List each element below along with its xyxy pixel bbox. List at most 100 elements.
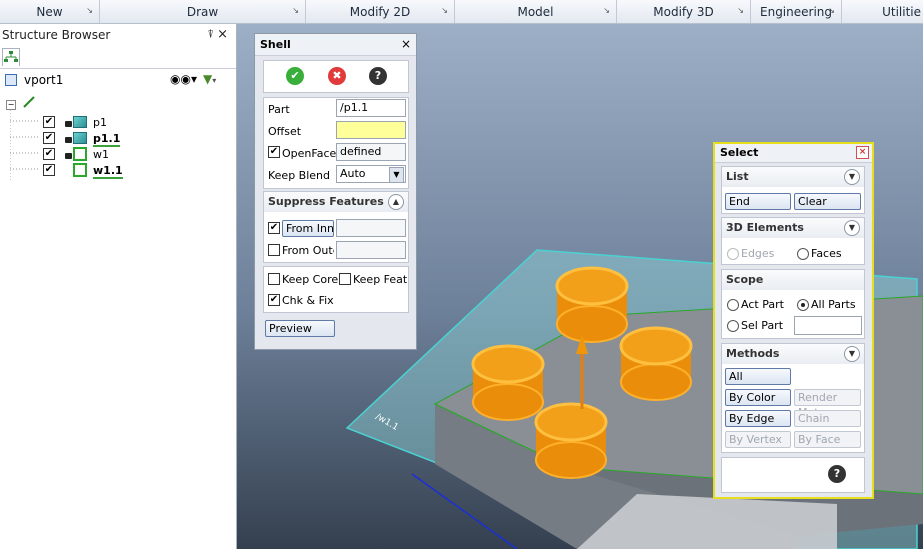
collapse-up-icon[interactable]: ▲ (388, 194, 404, 210)
lock-icon (65, 121, 72, 127)
all-parts-label: All Parts (811, 298, 856, 311)
edges-radio[interactable] (727, 248, 739, 260)
openface-checkbox[interactable]: ✔ (268, 146, 280, 158)
faces-label: Faces (811, 247, 842, 260)
boss-cylinder-right (619, 326, 693, 401)
section-title: List (726, 170, 749, 183)
structure-tree-tab[interactable] (2, 48, 20, 66)
select-dialog: Select × List ▼ End Clear 3D Elements ▼ … (713, 142, 874, 499)
help-icon[interactable]: ? (828, 465, 846, 483)
keep-feats-checkbox[interactable] (339, 273, 351, 285)
from-inner-field[interactable] (336, 219, 406, 237)
ribbon-group-utilities[interactable]: Utilitie (842, 0, 923, 23)
tree-hierarchy-icon (4, 51, 18, 62)
chk-fix-checkbox[interactable]: ✔ (268, 294, 280, 306)
by-edge-button[interactable]: By Edge (725, 410, 791, 427)
tree-item-label-active: w1.1 (93, 164, 123, 179)
browser-tab-row (0, 46, 236, 69)
from-inner-checkbox[interactable]: ✔ (268, 222, 280, 234)
dialog-title: Shell (260, 38, 291, 51)
shell-action-bar: ✔ ✖ ? (263, 60, 409, 93)
ribbon-group-model[interactable]: Model ↘ (455, 0, 617, 23)
ribbon-group-draw[interactable]: Draw ↘ (100, 0, 306, 23)
select-dialog-titlebar[interactable]: Select × (715, 144, 872, 163)
collapse-down-icon[interactable]: ▼ (844, 169, 860, 185)
methods-header[interactable]: Methods ▼ (722, 344, 864, 364)
all-parts-radio[interactable] (797, 299, 809, 311)
close-icon[interactable]: × (217, 24, 228, 46)
scope-section: Scope Act Part All Parts Sel Part (721, 269, 865, 339)
list-section: List ▼ End Clear (721, 166, 865, 214)
from-outer-checkbox[interactable] (268, 244, 280, 256)
sel-part-field[interactable] (794, 316, 862, 335)
all-button[interactable]: All (725, 368, 791, 385)
cancel-x-icon[interactable]: ✖ (328, 67, 346, 85)
part-field[interactable]: /p1.1 (336, 99, 406, 117)
filter-icon[interactable]: ▼▾ (203, 72, 216, 86)
3d-elements-header[interactable]: 3D Elements ▼ (722, 218, 864, 238)
end-button[interactable]: End (725, 193, 791, 210)
openface-field[interactable]: defined (336, 143, 406, 161)
ribbon-group-new[interactable]: New ↘ (0, 0, 100, 23)
pin-icon[interactable]: ⍒ (207, 24, 214, 46)
lock-icon (65, 153, 72, 159)
dialog-launcher-icon[interactable]: ↘ (86, 6, 93, 15)
ribbon-group-modify-2d[interactable]: Modify 2D ↘ (306, 0, 455, 23)
boss-cylinder-top (555, 266, 629, 343)
workplane-icon (73, 147, 87, 161)
structure-browser-header: Structure Browser ⍒ × (0, 24, 236, 46)
section-title: Scope (726, 273, 764, 286)
help-icon[interactable]: ? (369, 67, 387, 85)
from-inner-button[interactable]: From Inner (282, 220, 334, 237)
ribbon-group-engineering[interactable]: Engineering ↘ (751, 0, 842, 23)
chevron-down-icon[interactable]: ▼ (389, 167, 404, 183)
chain-button[interactable]: Chain (794, 410, 861, 427)
ribbon-group-label: Modify 3D (653, 4, 714, 19)
offset-field[interactable] (336, 121, 406, 139)
render-mat-button[interactable]: Render Mat (794, 389, 861, 419)
list-header[interactable]: List ▼ (722, 167, 864, 187)
act-part-label: Act Part (741, 298, 784, 311)
dialog-launcher-icon[interactable]: ↘ (292, 6, 299, 15)
binoculars-find-icon[interactable]: ◉◉▾ (170, 72, 197, 86)
collapse-down-icon[interactable]: ▼ (844, 346, 860, 362)
act-part-radio[interactable] (727, 299, 739, 311)
close-icon[interactable]: × (401, 34, 411, 55)
section-title: Methods (726, 347, 780, 360)
from-outer-field[interactable] (336, 241, 406, 259)
ok-check-icon[interactable]: ✔ (286, 67, 304, 85)
3d-elements-section: 3D Elements ▼ Edges Faces (721, 217, 865, 265)
clear-button[interactable]: Clear (794, 193, 861, 210)
shell-dialog-titlebar[interactable]: Shell × (255, 34, 416, 56)
sel-part-label: Sel Part (741, 319, 784, 332)
collapse-down-icon[interactable]: ▼ (844, 220, 860, 236)
offset-label: Offset (268, 125, 302, 138)
dialog-launcher-icon[interactable]: ↘ (603, 6, 610, 15)
suppress-features-section: Suppress Features ▲ ✔ From Inner From Ou… (263, 191, 409, 263)
chk-fix-label: Chk & Fix (282, 294, 334, 307)
ribbon-group-label: Modify 2D (349, 4, 411, 19)
suppress-features-header[interactable]: Suppress Features ▲ (264, 192, 408, 212)
ribbon-group-label: Model (517, 4, 554, 19)
by-vertex-button[interactable]: By Vertex (725, 431, 791, 448)
keep-feats-label: Keep Feats (353, 273, 407, 286)
faces-radio[interactable] (797, 248, 809, 260)
dialog-launcher-icon[interactable]: ↘ (828, 6, 835, 15)
section-title: 3D Elements (726, 221, 804, 234)
ribbon-group-modify-3d[interactable]: Modify 3D ↘ (617, 0, 751, 23)
keep-core-checkbox[interactable] (268, 273, 280, 285)
keep-blend-select[interactable]: Auto ▼ (336, 165, 406, 183)
boss-cylinder-left (471, 344, 545, 421)
close-icon[interactable]: × (856, 146, 869, 159)
structure-browser-panel: Structure Browser ⍒ × vport1 ◉◉▾ ▼▾ − ✔ (0, 24, 237, 549)
by-color-button[interactable]: By Color (725, 389, 791, 406)
preview-button[interactable]: Preview (265, 320, 335, 337)
dialog-launcher-icon[interactable]: ↘ (441, 6, 448, 15)
viewport-name[interactable]: vport1 (24, 73, 63, 87)
by-face-button[interactable]: By Face (794, 431, 861, 448)
dialog-title: Select (720, 146, 759, 159)
dialog-launcher-icon[interactable]: ↘ (737, 6, 744, 15)
tree-item-label-active: p1.1 (93, 132, 121, 147)
methods-section: Methods ▼ All By Color Render Mat By Edg… (721, 343, 865, 453)
sel-part-radio[interactable] (727, 320, 739, 332)
